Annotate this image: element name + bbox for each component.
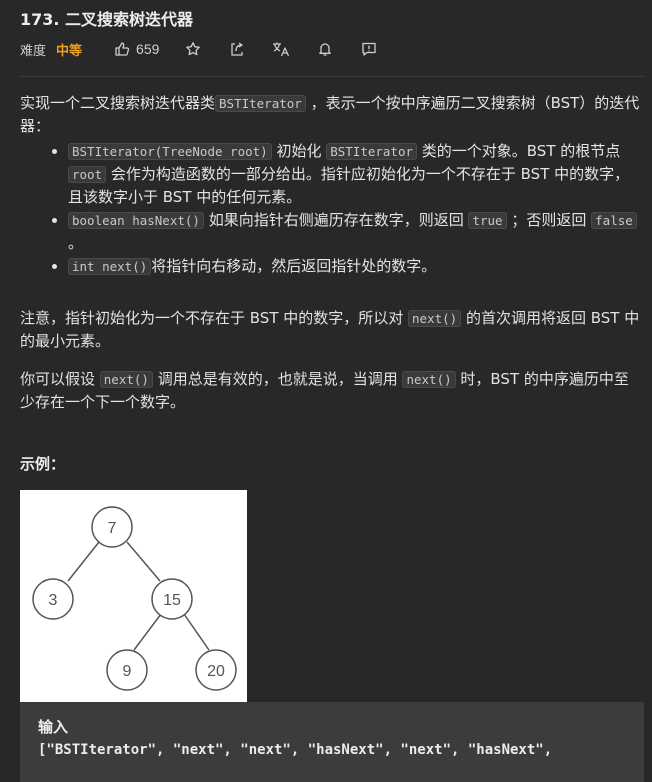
intro-text-a: 实现一个二叉搜索树迭代器类 [20, 94, 216, 112]
node-label-9: 9 [123, 663, 132, 680]
input-label: 输入 [38, 718, 69, 736]
bullet1-text-b: 类的一个对象。BST 的根节点 [417, 142, 621, 160]
translate-icon [273, 42, 290, 57]
difficulty-label: 难度 [20, 43, 47, 59]
note-text-a: 注意，指针初始化为一个不存在于 BST 中的数字，所以对 [20, 309, 409, 327]
method-list: BSTIterator(TreeNode root) 初始化 BSTIterat… [20, 140, 640, 278]
problem-title: 173. 二叉搜索树迭代器 [20, 10, 194, 29]
bell-icon [319, 43, 332, 56]
thumbs-up-icon [114, 41, 130, 57]
problem-meta-bar: 难度 中等 659 [20, 38, 379, 60]
list-item-constructor: BSTIterator(TreeNode root) 初始化 BSTIterat… [68, 140, 640, 209]
bullet3-text: 将指针向右移动，然后返回指针处的数字。 [151, 257, 437, 275]
node-label-15: 15 [163, 592, 181, 609]
bst-diagram: 7 3 15 9 20 [20, 490, 247, 702]
note-paragraph: 注意，指针初始化为一个不存在于 BST 中的数字，所以对 next() 的首次调… [20, 307, 640, 353]
bullet2-text-b: ；否则返回 [506, 211, 592, 229]
assume-text-a: 你可以假设 [20, 370, 100, 388]
node-label-3: 3 [49, 592, 58, 609]
translate-button[interactable] [271, 39, 291, 59]
inline-code-next: int next() [68, 258, 152, 275]
share-icon [231, 42, 244, 56]
node-label-7: 7 [108, 520, 117, 537]
feedback-icon [362, 42, 377, 56]
feedback-button[interactable] [359, 39, 379, 59]
input-line: ["BSTIterator", "next", "next", "hasNext… [38, 742, 553, 758]
like-button[interactable]: 659 [114, 41, 159, 57]
inline-code-hasnext: boolean hasNext() [68, 212, 204, 229]
header-divider [20, 76, 644, 77]
difficulty-badge: 中等 [56, 43, 83, 59]
edge-15-20 [183, 613, 210, 651]
list-item-hasnext: boolean hasNext() 如果向指针右侧遍历存在数字，则返回 true… [68, 209, 640, 255]
edge-7-3 [67, 541, 100, 582]
bullet1-text-c: 会作为构造函数的一部分给出。指针应初始化为一个不存在于 BST 中的数字，且该数… [68, 165, 630, 206]
share-button[interactable] [227, 39, 247, 59]
edge-7-15 [126, 541, 161, 582]
like-count: 659 [136, 41, 160, 57]
bullet2-text-a: 如果向指针右侧遍历存在数字，则返回 [203, 211, 469, 229]
star-icon [186, 42, 201, 56]
inline-code-next-note: next() [408, 310, 462, 327]
intro-paragraph: 实现一个二叉搜索树迭代器类 BSTIterator ，表示一个按中序遍历二叉搜索树… [20, 92, 640, 138]
bst-svg: 7 3 15 9 20 [32, 506, 237, 691]
bullet2-text-c: 。 [68, 234, 84, 252]
bullet1-text-a: 初始化 [271, 142, 327, 160]
inline-code-constructor: BSTIterator(TreeNode root) [68, 143, 272, 160]
list-item-next: int next()将指针向右移动，然后返回指针处的数字。 [68, 255, 640, 278]
inline-code-root: root [68, 166, 107, 183]
inline-code-true: true [468, 212, 507, 229]
example-code-block: 输入 ["BSTIterator", "next", "next", "hasN… [20, 702, 644, 782]
inline-code-next-assume1: next() [99, 371, 153, 388]
inline-code-class: BSTIterator [326, 143, 418, 160]
problem-description: 实现一个二叉搜索树迭代器类 BSTIterator ，表示一个按中序遍历二叉搜索树… [20, 92, 640, 278]
inline-code-false: false [591, 212, 637, 229]
assume-text-b: 调用总是有效的，也就是说，当调用 [152, 370, 403, 388]
favorite-button[interactable] [183, 39, 203, 59]
inline-code-bstiterator: BSTIterator [215, 95, 306, 112]
inline-code-next-assume2: next() [402, 371, 456, 388]
edge-15-9 [133, 613, 162, 651]
notification-button[interactable] [315, 39, 335, 59]
example-heading: 示例： [20, 455, 66, 473]
node-label-20: 20 [207, 663, 225, 680]
assumption-paragraph: 你可以假设 next() 调用总是有效的，也就是说，当调用 next() 时，B… [20, 368, 640, 414]
